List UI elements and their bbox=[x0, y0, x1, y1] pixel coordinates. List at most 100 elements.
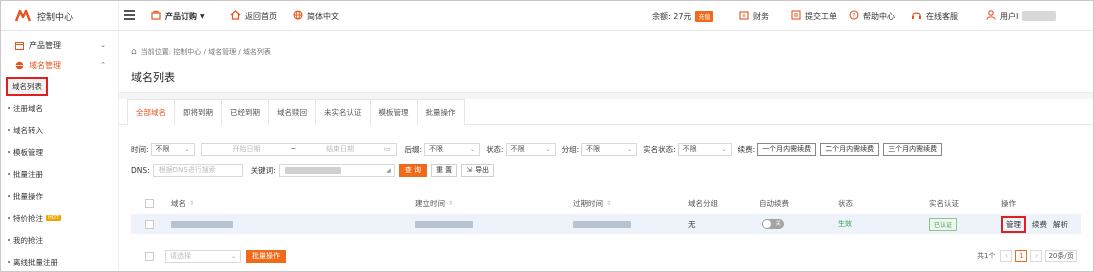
renew-3month-button[interactable]: 三个月内需续费 bbox=[883, 142, 943, 156]
back-home-label: 返回首页 bbox=[245, 11, 277, 21]
total-count: 共1个 bbox=[977, 252, 996, 260]
resize-icon: ◢ bbox=[386, 166, 391, 174]
product-order-label: 产品订购 bbox=[165, 11, 197, 21]
suffix-select[interactable]: 不限 ⌄ bbox=[424, 142, 481, 156]
dns-search-input[interactable]: 根据DNS进行搜索 bbox=[152, 163, 243, 177]
table-footer: 请选择 ⌄ 批量操作 共1个 ‹ 1 › 20条/页 bbox=[131, 246, 1081, 266]
select-all-checkbox[interactable] bbox=[145, 192, 154, 214]
svg-text:?: ? bbox=[852, 12, 855, 19]
chevron-down-icon: ⌄ bbox=[470, 145, 476, 153]
house-icon[interactable]: ⌂ bbox=[131, 47, 137, 57]
col-created[interactable]: 建立时间 ⇕ bbox=[415, 192, 453, 214]
finance-label: 财务 bbox=[753, 11, 769, 21]
help-center-link[interactable]: ? 帮助中心 bbox=[849, 1, 895, 31]
sidebar-group-label: 产品管理 bbox=[29, 40, 61, 50]
tab-unverified[interactable]: 未实名认证 bbox=[315, 99, 371, 125]
svg-text:¥: ¥ bbox=[742, 14, 745, 20]
batch-operate-label: 批量操作 bbox=[246, 249, 286, 263]
export-button[interactable]: ⇲ 导出 bbox=[461, 163, 495, 177]
pagination: 共1个 ‹ 1 › 20条/页 bbox=[977, 246, 1077, 266]
sort-icon: ⇕ bbox=[189, 199, 195, 207]
tab-all-domains[interactable]: 全部域名 bbox=[127, 99, 175, 125]
manage-link[interactable]: 管理 bbox=[1001, 215, 1026, 233]
col-header: 过期时间 bbox=[573, 198, 603, 208]
time-select[interactable]: 不限 ⌄ bbox=[150, 142, 195, 156]
sort-icon: ⇕ bbox=[606, 199, 612, 207]
resolve-link[interactable]: 解析 bbox=[1053, 219, 1068, 230]
user-menu[interactable]: 用户I bbox=[986, 1, 1057, 31]
group-select-value: 不限 bbox=[586, 145, 601, 153]
col-actions: 操作 bbox=[1001, 198, 1016, 208]
prev-page-button[interactable]: ‹ bbox=[1000, 250, 1013, 262]
realname-badge: 已认证 bbox=[929, 214, 958, 234]
batch-select[interactable]: 请选择 ⌄ bbox=[165, 246, 247, 266]
renew-1month-button[interactable]: 一个月内需续费 bbox=[757, 142, 817, 156]
col-header: 建立时间 bbox=[415, 198, 445, 208]
page-size-select[interactable]: 20条/页 bbox=[1045, 250, 1077, 262]
chevron-down-icon: ⌄ bbox=[721, 145, 727, 153]
next-page-button[interactable]: › bbox=[1030, 250, 1043, 262]
sidebar-item-label: 域名列表 bbox=[6, 76, 48, 96]
batch-operate-button[interactable]: 批量操作 bbox=[246, 246, 290, 266]
sidebar-item-label: 批量注册 bbox=[13, 169, 43, 179]
logo-icon bbox=[15, 9, 31, 22]
online-service-link[interactable]: 在线客服 bbox=[911, 1, 958, 31]
realname-select[interactable]: 不限 ⌄ bbox=[677, 142, 732, 156]
language-switch[interactable]: 简体中文 bbox=[293, 1, 339, 31]
hamburger-icon[interactable] bbox=[124, 10, 135, 20]
recharge-button[interactable]: 充值 bbox=[695, 10, 714, 22]
status-badge: 生效 bbox=[838, 214, 852, 234]
finance-link[interactable]: ¥ 财务 bbox=[739, 1, 769, 31]
wallet-icon: ¥ bbox=[739, 10, 749, 22]
sidebar-item-templates[interactable]: 模板管理 bbox=[1, 141, 118, 163]
reset-button[interactable]: 重 置 bbox=[430, 163, 458, 177]
back-home-link[interactable]: 返回首页 bbox=[230, 1, 277, 31]
status-select[interactable]: 不限 ⌄ bbox=[505, 142, 556, 156]
row-checkbox[interactable] bbox=[145, 214, 154, 234]
logo-area[interactable]: 控制中心 bbox=[1, 1, 119, 31]
tab-template-manage[interactable]: 模板管理 bbox=[369, 99, 418, 125]
search-button[interactable]: 查 询 bbox=[398, 163, 427, 177]
renew-2month-button[interactable]: 二个月内需续费 bbox=[820, 142, 880, 156]
domain-name-redacted[interactable] bbox=[171, 214, 233, 234]
sidebar-group-domains[interactable]: 域名管理 ⌃ bbox=[1, 55, 118, 75]
auto-renew-toggle[interactable]: 关 bbox=[762, 214, 784, 234]
date-range-input[interactable]: 开始日期 ~ 结束日期 ▭ bbox=[200, 142, 397, 156]
product-order-menu[interactable]: 产品订购 ▼ bbox=[151, 1, 205, 31]
group-label: 分组: bbox=[561, 144, 580, 154]
sidebar-item-my-backorders[interactable]: 我的抢注 bbox=[1, 229, 118, 251]
sidebar-item-offline-batch[interactable]: 离线批量注册 bbox=[1, 251, 118, 271]
breadcrumb: ⌂ 当前位置: 控制中心 / 域名管理 / 域名列表 bbox=[131, 47, 271, 57]
tab-redemption[interactable]: 域名赎回 bbox=[268, 99, 316, 125]
sidebar-item-transfer-in[interactable]: 域名转入 bbox=[1, 119, 118, 141]
tab-expiring-soon[interactable]: 即将到期 bbox=[174, 99, 222, 125]
tab-batch-ops[interactable]: 批量操作 bbox=[416, 99, 465, 125]
col-realname: 实名认证 bbox=[929, 198, 959, 208]
time-select-value: 不限 bbox=[155, 145, 170, 153]
col-autorenew: 自动续费 bbox=[759, 198, 789, 208]
col-group: 域名分组 bbox=[688, 198, 718, 208]
page-number[interactable]: 1 bbox=[1015, 250, 1028, 262]
sidebar-item-special-backorder[interactable]: 特价抢注 HOT bbox=[1, 207, 118, 229]
renew-link[interactable]: 续费 bbox=[1032, 219, 1047, 230]
sidebar-item-batch-register[interactable]: 批量注册 bbox=[1, 163, 118, 185]
balance-area: 余额: 27元 充值 bbox=[652, 1, 714, 31]
sidebar-item-batch-ops[interactable]: 批量操作 bbox=[1, 185, 118, 207]
col-domain[interactable]: 域名 ⇕ bbox=[171, 192, 194, 214]
col-expires[interactable]: 过期时间 ⇕ bbox=[573, 192, 611, 214]
group-select[interactable]: 不限 ⌄ bbox=[581, 142, 638, 156]
keyword-input[interactable]: ◢ bbox=[278, 163, 395, 177]
range-separator: ~ bbox=[290, 145, 297, 153]
suffix-label: 后缀: bbox=[404, 144, 423, 154]
table-header: 域名 ⇕ 建立时间 ⇕ 过期时间 ⇕ 域名分组 自动续费 状态 实名认证 操作 bbox=[131, 192, 1081, 214]
sidebar-group-products[interactable]: 产品管理 ⌄ bbox=[1, 35, 118, 55]
filter-row-1: 时间: 不限 ⌄ 开始日期 ~ 结束日期 ▭ 后缀: 不限 ⌄ 状态: 不限 ⌄… bbox=[131, 141, 946, 157]
export-icon: ⇲ bbox=[466, 166, 473, 174]
status-select-value: 不限 bbox=[510, 145, 525, 153]
sidebar-item-register-domain[interactable]: 注册域名 bbox=[1, 97, 118, 119]
tab-expired[interactable]: 已经到期 bbox=[221, 99, 269, 125]
sidebar-item-domain-list[interactable]: 域名列表 bbox=[1, 75, 118, 97]
question-icon: ? bbox=[849, 10, 859, 22]
submit-ticket-link[interactable]: 提交工单 bbox=[791, 1, 837, 31]
footer-checkbox[interactable] bbox=[145, 246, 154, 266]
